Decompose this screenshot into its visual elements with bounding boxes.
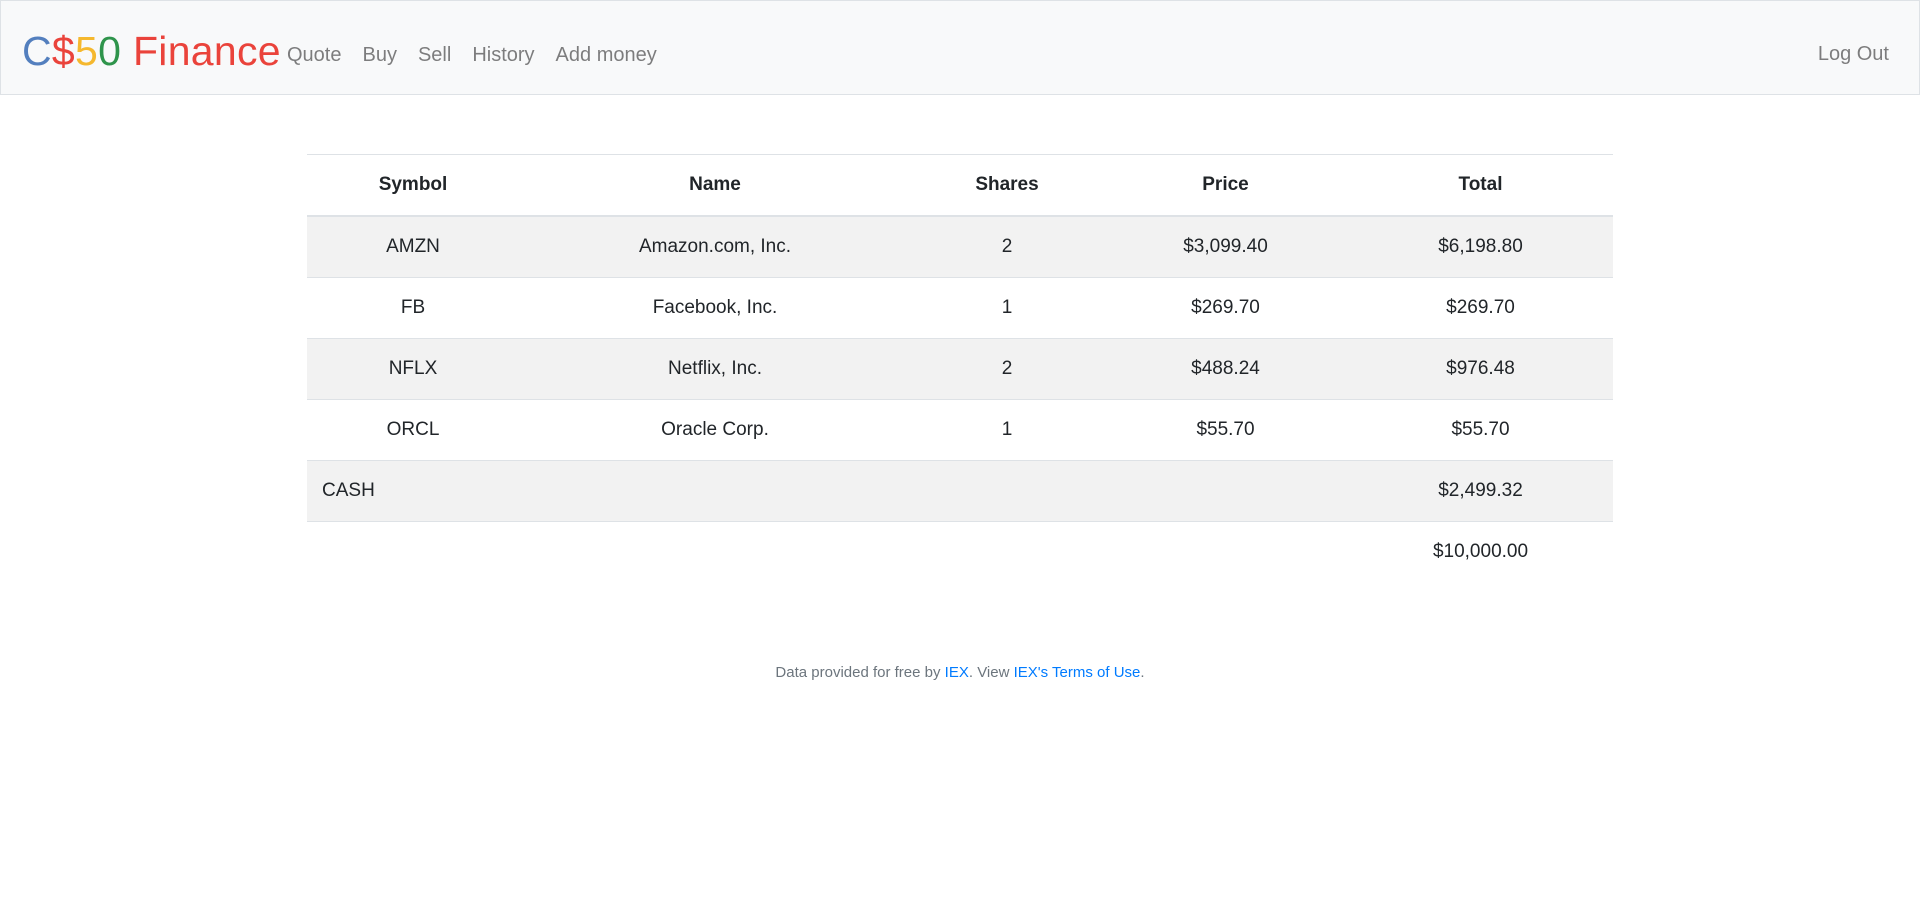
cell-total: $976.48 [1348,338,1613,400]
brand-part-0: 0 [98,28,122,74]
nav-link-history[interactable]: History [472,26,534,70]
table-row: ORCL Oracle Corp. 1 $55.70 $55.70 [307,399,1613,461]
header-shares: Shares [911,154,1103,217]
brand-part-c: C [22,28,52,74]
header-name: Name [519,154,911,217]
cell-name: Netflix, Inc. [519,338,911,400]
cell-price: $269.70 [1103,277,1348,339]
cell-shares: 1 [911,399,1103,461]
footer-suffix: . [1140,664,1145,681]
nav-link-buy[interactable]: Buy [362,26,396,70]
cell-price: $488.24 [1103,338,1348,400]
table-footer: CASH $2,499.32 $10,000.00 [307,460,1613,582]
header-price: Price [1103,154,1348,217]
cell-shares: 1 [911,277,1103,339]
cell-symbol: ORCL [307,399,519,461]
table-body: AMZN Amazon.com, Inc. 2 $3,099.40 $6,198… [307,215,1613,461]
navbar: C$50 Finance Quote Buy Sell History Add … [0,0,1920,95]
header-total: Total [1348,154,1613,217]
cell-name: Facebook, Inc. [519,277,911,339]
grand-total-spacer [307,521,1348,582]
grand-total-value: $10,000.00 [1348,521,1613,582]
header-row: Symbol Name Shares Price Total [307,154,1613,217]
table-header: Symbol Name Shares Price Total [307,154,1613,217]
portfolio-table: Symbol Name Shares Price Total AMZN Amaz… [307,154,1613,582]
cell-symbol: FB [307,277,519,339]
grand-total-row: $10,000.00 [307,521,1613,582]
cell-name: Amazon.com, Inc. [519,215,911,278]
cell-symbol: NFLX [307,338,519,400]
cell-price: $55.70 [1103,399,1348,461]
brand-logo[interactable]: C$50 Finance [22,27,281,75]
iex-terms-link[interactable]: IEX's Terms of Use [1014,664,1141,681]
cell-total: $55.70 [1348,399,1613,461]
table-row: FB Facebook, Inc. 1 $269.70 $269.70 [307,277,1613,339]
portfolio-table-container: Symbol Name Shares Price Total AMZN Amaz… [307,154,1613,582]
brand-part-finance: Finance [121,28,281,74]
cell-total: $6,198.80 [1348,215,1613,278]
cell-name: Oracle Corp. [519,399,911,461]
footer-prefix: Data provided for free by [775,664,945,681]
logout-label: Log Out [1817,43,1889,65]
table-row: AMZN Amazon.com, Inc. 2 $3,099.40 $6,198… [307,215,1613,278]
page-footer: Data provided for free by IEX. View IEX'… [0,664,1920,681]
nav-link-sell[interactable]: Sell [418,26,451,70]
cell-symbol: AMZN [307,215,519,278]
footer-middle: . View [968,664,1014,681]
brand-part-5: 5 [75,28,99,74]
cell-shares: 2 [911,215,1103,278]
header-symbol: Symbol [307,154,519,217]
logout-link[interactable]: Log Out [1818,1,1889,94]
nav-link-quote[interactable]: Quote [287,26,341,70]
table-row: NFLX Netflix, Inc. 2 $488.24 $976.48 [307,338,1613,400]
nav-links: Quote Buy Sell History Add money [287,1,678,94]
nav-link-add-money[interactable]: Add money [556,26,657,70]
iex-link[interactable]: IEX [945,664,969,681]
cash-value: $2,499.32 [1348,460,1613,522]
cash-label: CASH [307,460,1348,522]
cash-row: CASH $2,499.32 [307,460,1613,522]
cell-price: $3,099.40 [1103,215,1348,278]
brand-part-dollar: $ [51,28,76,74]
cell-shares: 2 [911,338,1103,400]
cell-total: $269.70 [1348,277,1613,339]
